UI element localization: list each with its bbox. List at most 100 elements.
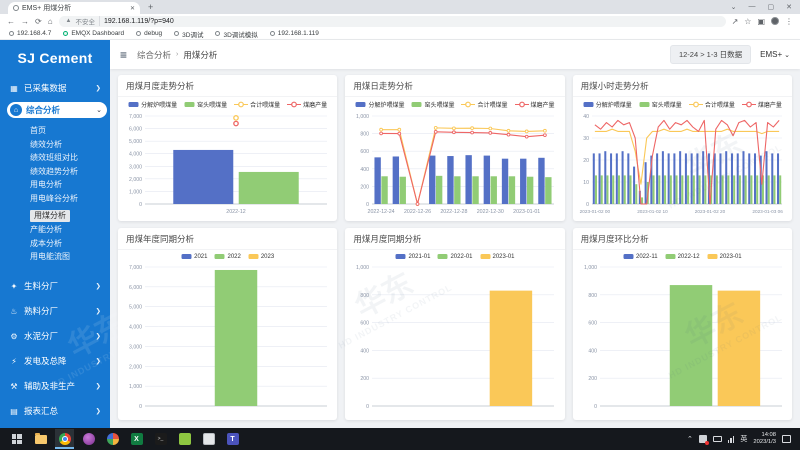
bookmark-item[interactable]: 3D调试	[174, 29, 203, 39]
sidebar-subitem-energy-flow[interactable]: 用电能流图	[30, 250, 110, 264]
tab-close-icon[interactable]: ✕	[130, 5, 135, 12]
taskbar-clock[interactable]: 14:08 2023/1/3	[753, 432, 776, 446]
chevron-right-icon: ❯	[96, 282, 101, 290]
legend-item[interactable]: 窑头喂煤量	[184, 100, 227, 109]
svg-text:6,000: 6,000	[129, 285, 142, 291]
legend-item[interactable]: 2022-01	[437, 253, 472, 260]
share-icon[interactable]: ↗	[732, 17, 739, 26]
maximize-button[interactable]: ▢	[768, 3, 775, 11]
hamburger-icon[interactable]: ≡	[120, 48, 127, 62]
svg-text:2023-01-02 00: 2023-01-02 00	[579, 209, 610, 214]
legend-item[interactable]: 分解炉喂煤量	[128, 100, 177, 109]
legend-item[interactable]: 分解炉喂煤量	[355, 100, 404, 109]
legend-item[interactable]: 2022-12	[665, 253, 700, 260]
chart-legend: 分解炉喂煤量窑头喂煤量合计喂煤量煤磨产量	[118, 97, 337, 109]
svg-text:2022-12: 2022-12	[226, 209, 245, 215]
address-bar[interactable]: ▲ 不安全 192.168.1.119/?p=940	[59, 16, 726, 27]
sidebar-group-reports[interactable]: ▤ 报表汇总 ❯	[0, 399, 110, 424]
svg-text:10: 10	[583, 180, 589, 186]
sidebar-subitem-home[interactable]: 首页	[30, 124, 110, 138]
bookmarks-bar: 192.168.4.7 EMQX Dashboard debug 3D调试 3D…	[0, 28, 800, 40]
legend-item[interactable]: 2022-11	[623, 253, 658, 260]
sidebar-subitem-team-compare[interactable]: 绩效班组对比	[30, 151, 110, 165]
browser-menu-icon[interactable]: ⋮	[785, 17, 793, 26]
sidebar-group-cement[interactable]: ⚙ 水泥分厂 ❯	[0, 324, 110, 349]
file-explorer-button[interactable]	[31, 429, 50, 449]
tray-expand-icon[interactable]: ⌃	[687, 435, 693, 443]
sidebar-group-auxiliary[interactable]: ⚒ 辅助及非生产 ❯	[0, 374, 110, 399]
close-button[interactable]: ✕	[786, 3, 792, 11]
svg-text:200: 200	[588, 376, 597, 382]
sidebar-subitem-capacity[interactable]: 产能分析	[30, 223, 110, 237]
sidebar-item-comprehensive-analysis[interactable]: ⌂ 综合分析 ⌄	[7, 102, 107, 118]
legend-item[interactable]: 煤磨产量	[287, 100, 327, 109]
sidebar-subitem-peak-valley[interactable]: 用电峰谷分析	[30, 192, 110, 206]
legend-item[interactable]: 合计喂煤量	[689, 100, 735, 109]
breadcrumb: 综合分析 › 用煤分析	[137, 49, 217, 61]
notification-center-icon[interactable]	[782, 435, 791, 443]
sidebar-subitem-power-analysis[interactable]: 用电分析	[30, 178, 110, 192]
date-range-button[interactable]: 12-24 > 1-3 日数据	[670, 45, 751, 64]
app-pinwheel-button[interactable]	[103, 429, 122, 449]
sidebar-group-power-gen[interactable]: ⚡ 发电及总降 ❯	[0, 349, 110, 374]
terminal-button[interactable]: >_	[151, 429, 170, 449]
raw-mill-icon: ✦	[9, 282, 19, 291]
legend-item[interactable]: 合计喂煤量	[234, 100, 280, 109]
legend-item[interactable]: 2021-01	[395, 253, 430, 260]
legend-item[interactable]: 煤磨产量	[515, 100, 555, 109]
svg-text:800: 800	[361, 293, 370, 299]
sidebar-subitem-performance-trend[interactable]: 绩效趋势分析	[30, 165, 110, 179]
browser-tab[interactable]: EMS+ 用煤分析 ✕	[8, 2, 140, 14]
side-panel-icon[interactable]: ▣	[757, 17, 765, 26]
legend-item[interactable]: 窑头喂煤量	[639, 100, 682, 109]
bookmark-item[interactable]: 192.168.1.119	[270, 30, 319, 37]
legend-item[interactable]: 2023-01	[707, 253, 742, 260]
home-icon[interactable]: ⌂	[48, 17, 53, 26]
new-tab-button[interactable]: +	[148, 2, 153, 12]
ime-indicator[interactable]: 英	[740, 434, 747, 444]
svg-text:0: 0	[139, 404, 142, 410]
display-icon[interactable]	[713, 436, 722, 442]
back-icon[interactable]: ←	[7, 17, 15, 26]
legend-item[interactable]: 2023	[248, 253, 274, 260]
tray-app-badge-icon[interactable]	[699, 435, 707, 443]
legend-label: 合计喂煤量	[477, 100, 507, 109]
chrome-button[interactable]	[55, 429, 74, 449]
reload-icon[interactable]: ⟳	[35, 17, 42, 26]
ems-dropdown[interactable]: EMS+ ⌄	[760, 50, 790, 59]
clinker-icon: ♨	[9, 307, 19, 316]
bookmark-star-icon[interactable]: ☆	[744, 17, 751, 26]
legend-item[interactable]: 合计喂煤量	[461, 100, 507, 109]
chevron-right-icon: ❯	[96, 357, 101, 365]
sidebar-group-clinker[interactable]: ♨ 熟料分厂 ❯	[0, 299, 110, 324]
excel-button[interactable]: X	[127, 429, 146, 449]
teams-button[interactable]: T	[223, 429, 242, 449]
forward-icon[interactable]: →	[21, 17, 29, 26]
sidebar-item-collected-data[interactable]: ▦ 已采集数据 ❯	[0, 77, 110, 99]
app-white-button[interactable]	[199, 429, 218, 449]
minimize-button[interactable]: —	[749, 3, 756, 11]
legend-item[interactable]: 2021	[181, 253, 207, 260]
sidebar-group-raw-mill[interactable]: ✦ 生料分厂 ❯	[0, 274, 110, 299]
network-icon[interactable]	[728, 436, 735, 443]
globe-icon	[174, 31, 179, 36]
legend-item[interactable]: 窑头喂煤量	[411, 100, 454, 109]
sidebar-subitem-cost[interactable]: 成本分析	[30, 237, 110, 251]
start-button[interactable]	[7, 429, 26, 449]
sidebar-subitem-coal-analysis[interactable]: 用煤分析	[30, 210, 70, 222]
app-purple-button[interactable]	[79, 429, 98, 449]
profile-chevron-icon[interactable]: ⌄	[731, 3, 737, 11]
bookmark-item[interactable]: 192.168.4.7	[9, 30, 51, 37]
editor-icon	[179, 433, 191, 445]
legend-item[interactable]: 分解炉喂煤量	[583, 100, 632, 109]
sidebar-subitem-performance[interactable]: 绩效分析	[30, 138, 110, 152]
legend-item[interactable]: 2022	[214, 253, 240, 260]
bookmark-item[interactable]: 3D调试模拟	[215, 29, 257, 39]
svg-text:2023-01-02 20: 2023-01-02 20	[695, 209, 726, 214]
bookmark-item[interactable]: debug	[136, 30, 162, 37]
legend-item[interactable]: 2023-01	[480, 253, 515, 260]
legend-item[interactable]: 煤磨产量	[742, 100, 782, 109]
editor-button[interactable]	[175, 429, 194, 449]
bookmark-item[interactable]: EMQX Dashboard	[63, 30, 124, 37]
profile-avatar[interactable]	[771, 17, 779, 25]
